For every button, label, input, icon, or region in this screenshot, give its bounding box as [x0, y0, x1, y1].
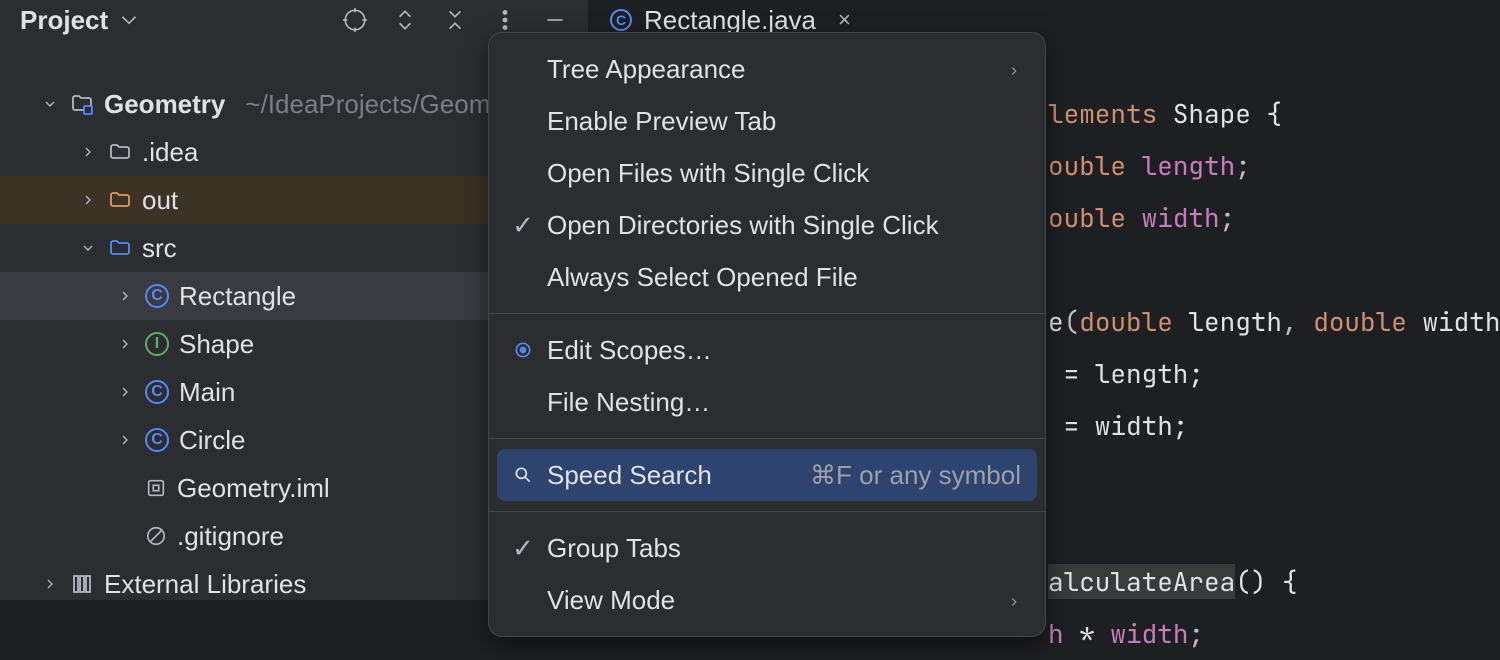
- code-token: *: [1064, 616, 1111, 651]
- code-token: ,: [1282, 304, 1313, 339]
- tab-title[interactable]: Rectangle.java: [644, 5, 816, 36]
- expand-icon[interactable]: [392, 7, 418, 33]
- menu-separator: [489, 438, 1045, 439]
- menu-label: View Mode: [547, 585, 675, 616]
- menu-shortcut: ⌘F or any symbol: [810, 460, 1021, 491]
- menu-group-tabs[interactable]: ✓ Group Tabs: [497, 522, 1037, 574]
- menu-edit-scopes[interactable]: Edit Scopes…: [497, 324, 1037, 376]
- tree-label: External Libraries: [104, 569, 306, 600]
- chevron-right-icon: [1007, 585, 1021, 616]
- menu-label: Open Files with Single Click: [547, 158, 869, 189]
- sidebar-title-text: Project: [20, 5, 108, 36]
- code-token: ouble: [1048, 148, 1126, 183]
- menu-label: Always Select Opened File: [547, 262, 858, 293]
- checkmark-icon: ✓: [511, 210, 535, 241]
- chevron-right-icon[interactable]: [115, 336, 135, 352]
- code-token: ouble: [1048, 200, 1126, 235]
- module-file-icon: [145, 477, 167, 499]
- menu-view-mode[interactable]: View Mode: [497, 574, 1037, 626]
- code-token: = length;: [1048, 356, 1204, 391]
- checkmark-icon: ✓: [511, 533, 535, 564]
- menu-label: Tree Appearance: [547, 54, 746, 85]
- class-icon: C: [145, 428, 169, 452]
- chevron-right-icon[interactable]: [78, 192, 98, 208]
- chevron-right-icon[interactable]: [115, 384, 135, 400]
- code-token: width: [1407, 304, 1500, 339]
- minimize-icon[interactable]: [542, 7, 568, 33]
- chevron-right-icon[interactable]: [115, 288, 135, 304]
- code-token: ;: [1235, 148, 1251, 183]
- code-token: ;: [1220, 200, 1236, 235]
- code-token: = width;: [1048, 408, 1188, 443]
- menu-label: Group Tabs: [547, 533, 681, 564]
- code-token: h: [1048, 616, 1064, 651]
- code-token: () {: [1235, 564, 1297, 599]
- chevron-right-icon[interactable]: [40, 576, 60, 592]
- menu-always-select[interactable]: Always Select Opened File: [497, 251, 1037, 303]
- tree-label: Main: [179, 377, 235, 408]
- chevron-down-icon[interactable]: [40, 96, 60, 112]
- code-token: double: [1079, 304, 1173, 339]
- close-tab-icon[interactable]: ×: [838, 7, 851, 33]
- menu-label: Speed Search: [547, 460, 712, 491]
- radio-icon: [511, 340, 535, 360]
- tree-root-label: Geometry: [104, 89, 225, 120]
- search-icon: [511, 465, 535, 485]
- code-token: e: [1048, 304, 1064, 339]
- folder-excluded-icon: [108, 188, 132, 212]
- ignore-file-icon: [145, 525, 167, 547]
- code-token: length: [1126, 148, 1235, 183]
- tree-label: .gitignore: [177, 521, 284, 552]
- code-token: lements: [1048, 96, 1157, 131]
- menu-label: Open Directories with Single Click: [547, 210, 939, 241]
- library-icon: [70, 572, 94, 596]
- menu-open-dirs-single[interactable]: ✓ Open Directories with Single Click: [497, 199, 1037, 251]
- chevron-right-icon[interactable]: [78, 144, 98, 160]
- target-icon[interactable]: [342, 7, 368, 33]
- tree-label: src: [142, 233, 177, 264]
- tree-label: Geometry.iml: [177, 473, 330, 504]
- folder-source-icon: [108, 236, 132, 260]
- context-menu: Tree Appearance Enable Preview Tab Open …: [488, 32, 1046, 637]
- class-icon: C: [145, 284, 169, 308]
- project-folder-icon: [70, 92, 94, 116]
- tree-label: out: [142, 185, 178, 216]
- tree-label: .idea: [142, 137, 198, 168]
- code-token: ;: [1188, 616, 1204, 651]
- class-icon: C: [145, 380, 169, 404]
- chevron-right-icon: [1007, 54, 1021, 85]
- code-token: width: [1110, 616, 1188, 651]
- code-token: double: [1313, 304, 1407, 339]
- menu-label: Enable Preview Tab: [547, 106, 776, 137]
- tree-label: Rectangle: [179, 281, 296, 312]
- menu-open-files-single[interactable]: Open Files with Single Click: [497, 147, 1037, 199]
- menu-separator: [489, 313, 1045, 314]
- menu-separator: [489, 511, 1045, 512]
- collapse-icon[interactable]: [442, 7, 468, 33]
- code-token: Shape {: [1157, 96, 1282, 131]
- menu-label: Edit Scopes…: [547, 335, 712, 366]
- code-token: alculateArea: [1048, 564, 1235, 599]
- code-token: length: [1173, 304, 1282, 339]
- menu-enable-preview[interactable]: Enable Preview Tab: [497, 95, 1037, 147]
- code-token: width: [1126, 200, 1220, 235]
- folder-icon: [108, 140, 132, 164]
- menu-tree-appearance[interactable]: Tree Appearance: [497, 43, 1037, 95]
- tree-label: Circle: [179, 425, 245, 456]
- chevron-down-icon: [116, 7, 142, 33]
- tree-label: Shape: [179, 329, 254, 360]
- class-icon: C: [610, 9, 632, 31]
- menu-speed-search[interactable]: Speed Search ⌘F or any symbol: [497, 449, 1037, 501]
- chevron-right-icon[interactable]: [115, 432, 135, 448]
- sidebar-toolbar: [342, 7, 588, 33]
- code-token: (: [1064, 304, 1080, 339]
- sidebar-title[interactable]: Project: [20, 5, 142, 36]
- menu-file-nesting[interactable]: File Nesting…: [497, 376, 1037, 428]
- interface-icon: I: [145, 332, 169, 356]
- menu-label: File Nesting…: [547, 387, 710, 418]
- chevron-down-icon[interactable]: [78, 240, 98, 256]
- tree-root-path: ~/IdeaProjects/Geom: [245, 89, 490, 120]
- more-icon[interactable]: [492, 7, 518, 33]
